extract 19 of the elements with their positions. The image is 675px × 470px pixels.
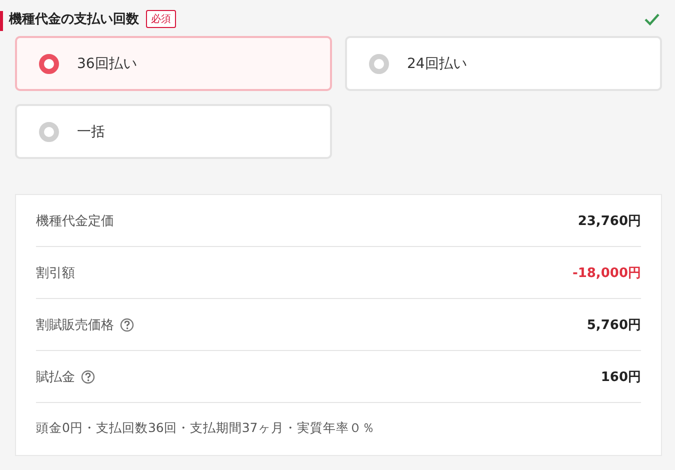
row-label: 賦払金 [36,368,75,386]
row-value: 160円 [600,368,641,386]
payment-option[interactable]: 一括 [15,104,332,159]
row-label: 機種代金定価 [36,212,114,230]
row-value: 23,760円 [578,212,641,230]
radio-icon [39,54,59,74]
help-icon[interactable] [120,318,134,332]
radio-icon [39,122,59,142]
row-label: 割賦販売価格 [36,316,114,334]
help-icon[interactable] [81,370,95,384]
section-title: 機種代金の支払い回数 [9,11,139,28]
radio-icon [369,54,389,74]
payment-terms-note: 頭金0円・支払回数36回・支払期間37ヶ月・実質年率０％ [36,419,376,437]
required-badge: 必須 [146,10,176,28]
payment-option[interactable]: 24回払い [345,36,662,91]
row-value: -18,000円 [572,264,641,282]
payment-option[interactable]: 36回払い [15,36,332,91]
row-value: 5,760円 [586,316,641,334]
row-label: 割引額 [36,264,75,282]
